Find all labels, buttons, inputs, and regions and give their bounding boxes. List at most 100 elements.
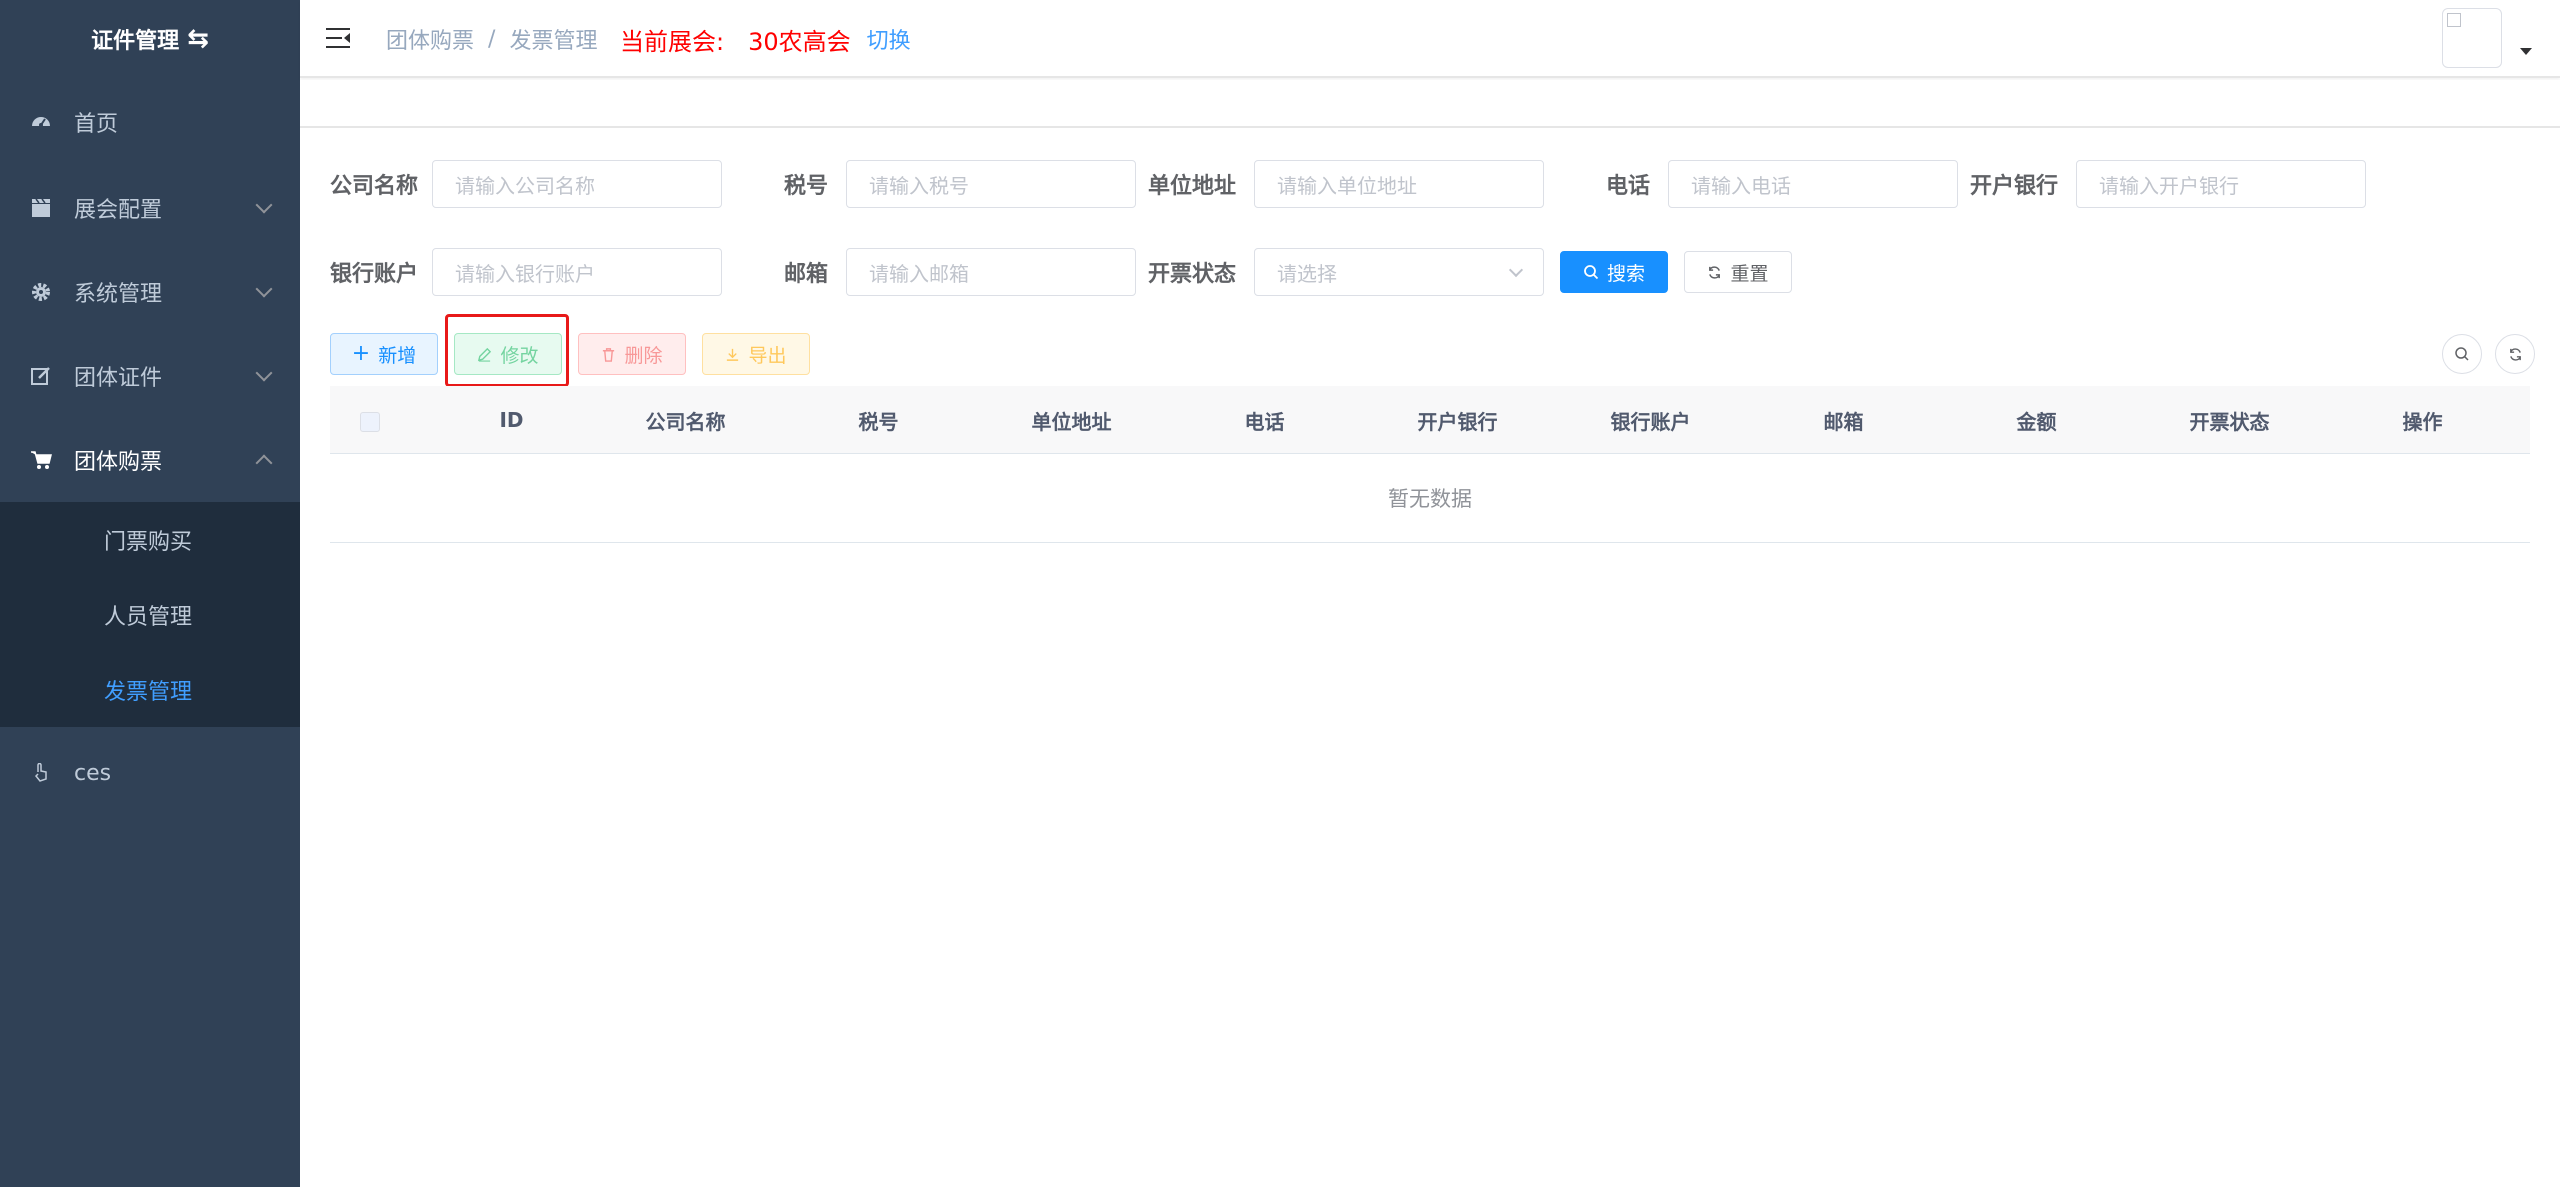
add-button[interactable]: + 新增 <box>330 333 438 375</box>
top-navbar: 团体购票 / 发票管理 当前展会: 30农高会 切换 <box>300 0 2560 78</box>
toggle-search-button[interactable] <box>2442 334 2482 374</box>
clapper-icon <box>30 197 52 219</box>
search-icon <box>1584 265 1599 280</box>
logo-title: 证件管理 <box>91 29 180 54</box>
sidebar-item-ces[interactable]: ces <box>0 727 300 819</box>
trash-icon <box>603 347 615 362</box>
hamburger-icon[interactable] <box>326 28 350 48</box>
breadcrumb-item-invoice: 发票管理 <box>509 29 598 54</box>
export-button-label: 导出 <box>748 344 787 367</box>
column-header-amount: 金额 <box>2016 409 2057 434</box>
bank-account-label: 银行账户 <box>330 262 419 287</box>
column-header-bank: 开户银行 <box>1417 409 1498 434</box>
sidebar-subitem-label: 门票购买 <box>104 529 193 555</box>
edit-button-highlight <box>445 314 569 387</box>
app: 证件管理 ⇆ 首页 展会配置 系统管理 团体证件 团体购票 门票购买 人员管理 … <box>0 0 2560 1187</box>
avatar[interactable] <box>2442 8 2502 68</box>
sidebar-item-home[interactable]: 首页 <box>0 78 300 166</box>
sidebar-item-system[interactable]: 系统管理 <box>0 250 300 334</box>
column-header-email: 邮箱 <box>1823 409 1864 434</box>
sidebar-subitem-invoice[interactable]: 发票管理 <box>0 652 300 727</box>
company-name-input[interactable]: 请输入公司名称 <box>432 160 722 208</box>
refresh-table-button[interactable] <box>2495 334 2535 374</box>
tags-view-bar <box>300 80 2560 128</box>
switch-expo-link[interactable]: 切换 <box>867 23 911 55</box>
current-expo-label: 当前展会: <box>620 27 725 56</box>
chevron-down-icon <box>255 364 273 382</box>
search-form-row-1: 公司名称 请输入公司名称 税号 请输入税号 单位地址 请输入单位地址 电话 请输… <box>330 160 2366 208</box>
search-button[interactable]: 搜索 <box>1560 251 1668 293</box>
column-header-actions: 操作 <box>2402 409 2443 434</box>
search-form-row-2: 银行账户 请输入银行账户 邮箱 请输入邮箱 开票状态 请选择 搜索 重置 <box>330 248 1792 296</box>
current-expo: 当前展会: 30农高会 切换 <box>620 0 911 78</box>
reset-button-label: 重置 <box>1730 262 1769 285</box>
sidebar-item-group-ticket[interactable]: 团体购票 <box>0 418 300 502</box>
edit-icon <box>30 365 52 387</box>
sidebar-subitem-label: 发票管理 <box>104 679 193 705</box>
bank-input[interactable]: 请输入开户银行 <box>2076 160 2366 208</box>
bank-account-input[interactable]: 请输入银行账户 <box>432 248 722 296</box>
cart-icon <box>30 449 52 471</box>
sidebar-item-label: ces <box>74 760 112 786</box>
address-input[interactable]: 请输入单位地址 <box>1254 160 1544 208</box>
table-header: ID 公司名称 税号 单位地址 电话 开户银行 银行账户 邮箱 金额 开票状态 … <box>330 386 2530 454</box>
tax-no-input[interactable]: 请输入税号 <box>846 160 1136 208</box>
sidebar-subitem-label: 人员管理 <box>104 604 193 630</box>
breadcrumb-separator: / <box>488 26 496 52</box>
company-name-label: 公司名称 <box>330 174 419 199</box>
column-header-id: ID <box>499 408 524 432</box>
invoice-status-select[interactable]: 请选择 <box>1254 248 1544 296</box>
search-button-label: 搜索 <box>1606 262 1645 285</box>
invoice-status-label: 开票状态 <box>1147 262 1236 287</box>
delete-button[interactable]: 删除 <box>578 333 686 375</box>
swap-icon[interactable]: ⇆ <box>187 26 209 52</box>
refresh-icon <box>1709 265 1721 279</box>
sidebar-item-label: 团体购票 <box>74 450 163 475</box>
breadcrumb: 团体购票 / 发票管理 <box>386 0 597 78</box>
gear-icon <box>30 281 52 303</box>
refresh-icon <box>2509 347 2521 361</box>
sidebar-item-label: 系统管理 <box>74 282 163 307</box>
column-header-phone: 电话 <box>1244 409 1285 434</box>
phone-input[interactable]: 请输入电话 <box>1668 160 1958 208</box>
chevron-up-icon <box>255 454 273 472</box>
sidebar-logo[interactable]: 证件管理 ⇆ <box>0 0 300 78</box>
address-label: 单位地址 <box>1147 174 1236 199</box>
sidebar-item-label: 首页 <box>74 112 119 137</box>
column-header-bank-account: 银行账户 <box>1610 409 1691 434</box>
chevron-down-icon <box>1508 262 1524 278</box>
column-header-invoice-status: 开票状态 <box>2189 409 2270 434</box>
sidebar: 证件管理 ⇆ 首页 展会配置 系统管理 团体证件 团体购票 门票购买 人员管理 … <box>0 0 300 1187</box>
plus-icon: + <box>351 341 371 366</box>
select-all-checkbox[interactable] <box>360 412 380 432</box>
caret-down-icon[interactable] <box>2520 48 2532 55</box>
reset-button[interactable]: 重置 <box>1684 251 1792 293</box>
delete-button-label: 删除 <box>624 344 663 367</box>
email-input[interactable]: 请输入邮箱 <box>846 248 1136 296</box>
download-icon <box>727 348 739 361</box>
empty-text: 暂无数据 <box>1388 487 1472 511</box>
column-header-address: 单位地址 <box>1031 409 1112 434</box>
hand-pointer-icon <box>30 762 52 784</box>
sidebar-subitem-ticket-purchase[interactable]: 门票购买 <box>0 502 300 577</box>
broken-image-icon <box>2447 13 2461 27</box>
email-label: 邮箱 <box>783 262 828 287</box>
add-button-label: 新增 <box>378 344 417 367</box>
search-icon <box>2455 347 2469 361</box>
sidebar-item-expo-config[interactable]: 展会配置 <box>0 166 300 250</box>
export-button[interactable]: 导出 <box>702 333 810 375</box>
sidebar-item-label: 团体证件 <box>74 366 163 391</box>
column-header-company: 公司名称 <box>645 409 726 434</box>
chevron-down-icon <box>255 196 273 214</box>
sidebar-item-label: 展会配置 <box>74 198 163 223</box>
sidebar-item-group-certificate[interactable]: 团体证件 <box>0 334 300 418</box>
phone-label: 电话 <box>1605 174 1650 199</box>
tax-no-label: 税号 <box>783 174 828 199</box>
sidebar-subitem-personnel[interactable]: 人员管理 <box>0 577 300 652</box>
breadcrumb-item-group-ticket[interactable]: 团体购票 <box>386 23 474 55</box>
submenu-group-ticket: 门票购买 人员管理 发票管理 <box>0 502 300 727</box>
dashboard-icon <box>30 111 52 133</box>
invoice-status-placeholder: 请选择 <box>1277 261 1337 286</box>
chevron-down-icon <box>255 280 273 298</box>
current-expo-name: 30农高会 <box>748 27 851 56</box>
